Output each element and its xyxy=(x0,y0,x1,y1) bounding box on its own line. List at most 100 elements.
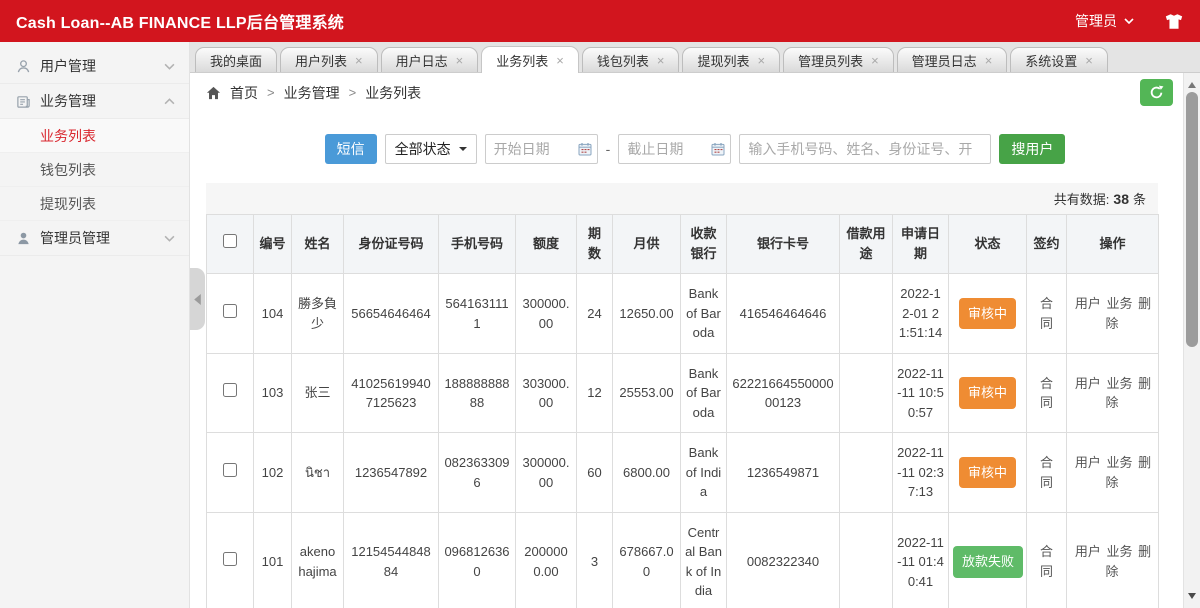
close-icon[interactable]: × xyxy=(1085,54,1093,67)
theme-tshirt-icon[interactable] xyxy=(1164,13,1184,30)
vertical-scrollbar[interactable] xyxy=(1183,73,1200,608)
breadcrumb-row: 首页>业务管理>业务列表 xyxy=(190,73,1200,112)
table-head-row: 编号姓名身份证号码手机号码额度期数月供收款银行银行卡号借款用途申请日期状态签约操… xyxy=(207,215,1159,274)
user-icon xyxy=(16,59,31,74)
column-header: 签约 xyxy=(1027,215,1067,274)
status-badge[interactable]: 放款失败 xyxy=(953,546,1023,578)
cell-id_card: 410256199407125623 xyxy=(344,353,439,433)
column-header: 编号 xyxy=(254,215,292,274)
sidebar-item-business-mgmt[interactable]: 业务管理 xyxy=(0,84,189,119)
search-input[interactable] xyxy=(739,134,991,164)
tab-user-list[interactable]: 用户列表× xyxy=(280,47,378,72)
tab-withdraw-list[interactable]: 提现列表 × xyxy=(682,47,780,72)
action-link-business[interactable]: 业务 xyxy=(1106,544,1132,559)
chevron-down-icon xyxy=(164,63,175,70)
tab-bar: 我的桌面用户列表×用户日志×业务列表×钱包列表×提现列表×管理员列表×管理员日志… xyxy=(190,42,1200,73)
action-link-user[interactable]: 用户 xyxy=(1075,455,1101,470)
row-checkbox[interactable] xyxy=(223,304,237,318)
contract-link[interactable]: 合同 xyxy=(1039,542,1054,581)
sidebar-item-business-list[interactable]: 业务列表 xyxy=(0,119,189,153)
tab-admin-list[interactable]: 管理员列表× xyxy=(783,47,894,72)
refresh-button[interactable] xyxy=(1140,79,1173,106)
summary-unit: 条 xyxy=(1133,189,1146,208)
action-link-business[interactable]: 业务 xyxy=(1106,376,1132,391)
column-header: 月供 xyxy=(613,215,681,274)
action-link-user[interactable]: 用户 xyxy=(1075,296,1101,311)
cell-bank: Bank of India xyxy=(681,433,727,513)
cell-date: 2022-11-11 01:40:41 xyxy=(893,512,949,608)
column-header: 期数 xyxy=(577,215,613,274)
select-caret-icon xyxy=(459,147,467,155)
tab-label: 提现列表 xyxy=(697,51,749,70)
scroll-up-arrow-icon[interactable] xyxy=(1188,78,1196,88)
cell-amount: 2000000.00 xyxy=(516,512,577,608)
status-badge[interactable]: 审核中 xyxy=(959,457,1016,489)
scrollbar-thumb[interactable] xyxy=(1186,92,1198,347)
tab-my-desktop[interactable]: 我的桌面 xyxy=(195,47,277,72)
cell-card: 0082322340 xyxy=(727,512,840,608)
action-link-user[interactable]: 用户 xyxy=(1075,544,1101,559)
calendar-icon[interactable] xyxy=(578,142,592,156)
contract-link[interactable]: 合同 xyxy=(1039,374,1054,413)
close-icon[interactable]: × xyxy=(556,54,564,67)
summary-label: 共有数据: xyxy=(1054,189,1110,208)
close-icon[interactable]: × xyxy=(757,54,765,67)
breadcrumb-item[interactable]: 业务列表 xyxy=(365,83,421,103)
cell-id: 103 xyxy=(254,353,292,433)
summary-bar: 共有数据: 38 条 xyxy=(206,183,1158,214)
search-user-button[interactable]: 搜用户 xyxy=(999,134,1065,164)
column-header: 申请日期 xyxy=(893,215,949,274)
contract-link[interactable]: 合同 xyxy=(1039,453,1054,492)
sidebar-item-wallet-list[interactable]: 钱包列表 xyxy=(0,153,189,187)
breadcrumb: 首页>业务管理>业务列表 xyxy=(230,83,421,103)
action-link-business[interactable]: 业务 xyxy=(1106,455,1132,470)
tab-business-list[interactable]: 业务列表 × xyxy=(481,46,579,73)
sidebar-collapse-handle[interactable] xyxy=(190,268,205,330)
action-link-business[interactable]: 业务 xyxy=(1106,296,1132,311)
cell-id: 101 xyxy=(254,512,292,608)
row-checkbox[interactable] xyxy=(223,552,237,566)
doc-icon xyxy=(16,94,31,109)
tab-user-log[interactable]: 用户日志× xyxy=(381,47,479,72)
tab-admin-log[interactable]: 管理员日志× xyxy=(897,47,1008,72)
close-icon[interactable]: × xyxy=(355,54,363,67)
table-row: 104勝多負少566546464645641631111300000.00241… xyxy=(207,274,1159,354)
action-link-user[interactable]: 用户 xyxy=(1075,376,1101,391)
row-checkbox[interactable] xyxy=(223,383,237,397)
select-all-checkbox[interactable] xyxy=(223,234,237,248)
tab-label: 我的桌面 xyxy=(210,51,262,70)
cell-date: 2022-11-11 02:37:13 xyxy=(893,433,949,513)
sms-button[interactable]: 短信 xyxy=(325,134,377,164)
column-header: 银行卡号 xyxy=(727,215,840,274)
status-badge[interactable]: 审核中 xyxy=(959,298,1016,330)
close-icon[interactable]: × xyxy=(456,54,464,67)
status-select[interactable]: 全部状态 xyxy=(385,134,477,164)
contract-link[interactable]: 合同 xyxy=(1039,294,1054,333)
summary-count: 38 xyxy=(1113,191,1129,207)
status-badge[interactable]: 审核中 xyxy=(959,377,1016,409)
tab-system-settings[interactable]: 系统设置× xyxy=(1010,47,1108,72)
cell-name: akeno hajima xyxy=(292,512,344,608)
sidebar-item-user-mgmt[interactable]: 用户管理 xyxy=(0,49,189,84)
close-icon[interactable]: × xyxy=(657,54,665,67)
tab-wallet-list[interactable]: 钱包列表× xyxy=(582,47,680,72)
user-dropdown[interactable]: 管理员 xyxy=(1075,11,1134,31)
sidebar-item-withdraw-list[interactable]: 提现列表 xyxy=(0,187,189,221)
cell-phone: 0968126360 xyxy=(439,512,516,608)
breadcrumb-separator: > xyxy=(267,85,275,100)
sidebar-item-admin-mgmt[interactable]: 管理员管理 xyxy=(0,221,189,256)
close-icon[interactable]: × xyxy=(871,54,879,67)
breadcrumb-item[interactable]: 业务管理 xyxy=(284,83,340,103)
cell-amount: 300000.00 xyxy=(516,433,577,513)
tab-label: 业务列表 xyxy=(496,51,548,70)
filter-toolbar: 短信 全部状态 - xyxy=(206,133,1184,164)
app-window: Cash Loan--AB FINANCE LLP后台管理系统 管理员 用户管理… xyxy=(0,0,1200,608)
collapse-left-icon xyxy=(194,294,201,305)
scroll-down-arrow-icon[interactable] xyxy=(1188,593,1196,603)
row-checkbox[interactable] xyxy=(223,463,237,477)
close-icon[interactable]: × xyxy=(985,54,993,67)
breadcrumb-item[interactable]: 首页 xyxy=(230,83,258,103)
cell-id_card: 56654646464 xyxy=(344,274,439,354)
calendar-icon[interactable] xyxy=(711,142,725,156)
cell-purpose xyxy=(840,433,893,513)
